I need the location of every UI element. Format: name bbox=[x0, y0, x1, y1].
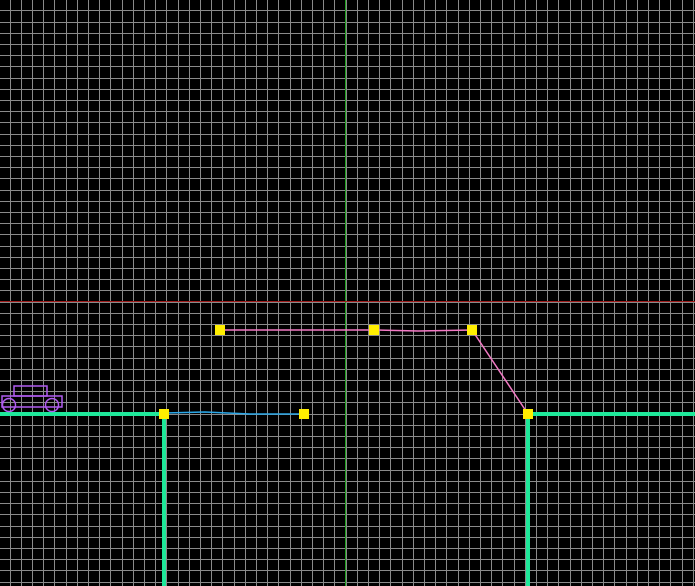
control-node-bridge-start[interactable] bbox=[159, 409, 169, 419]
car-wheel-rear bbox=[1, 397, 17, 413]
control-node-bridge-end[interactable] bbox=[299, 409, 309, 419]
control-node-ramp-bend[interactable] bbox=[467, 325, 477, 335]
ground-left-surface[interactable] bbox=[0, 412, 166, 586]
control-node-ramp-mid[interactable] bbox=[369, 325, 379, 335]
editor-viewport[interactable] bbox=[0, 0, 695, 586]
level-editor-canvas[interactable] bbox=[0, 0, 695, 586]
control-node-ramp-start[interactable] bbox=[215, 325, 225, 335]
control-node-ramp-end[interactable] bbox=[523, 409, 533, 419]
ground-left[interactable] bbox=[0, 412, 166, 586]
ground-right[interactable] bbox=[526, 412, 695, 586]
ramp-path-segment[interactable] bbox=[220, 329, 529, 415]
car-wheel-front bbox=[44, 397, 60, 413]
background-grid bbox=[0, 0, 695, 586]
ground-right-surface[interactable] bbox=[526, 412, 695, 586]
